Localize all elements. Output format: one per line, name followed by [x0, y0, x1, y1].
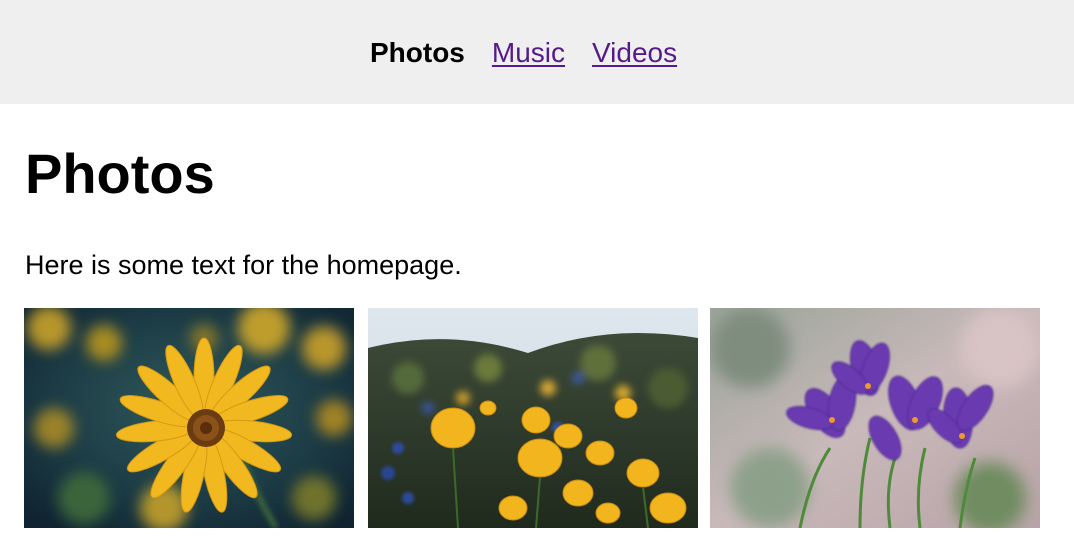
top-nav-bar: Photos Music Videos: [0, 0, 1074, 104]
page-title: Photos: [25, 142, 215, 205]
yellow-poppies-image: [368, 308, 698, 528]
top-nav: Photos Music Videos: [370, 36, 677, 70]
purple-crocus-image: [710, 308, 1040, 528]
photo-purple-crocus[interactable]: [710, 308, 1040, 528]
nav-item-photos-current: Photos: [370, 37, 465, 68]
yellow-daisy-image: [24, 308, 354, 528]
photo-yellow-poppies[interactable]: [368, 308, 698, 528]
nav-link-music[interactable]: Music: [492, 36, 565, 70]
intro-text: Here is some text for the homepage.: [25, 250, 462, 280]
nav-link-videos[interactable]: Videos: [592, 36, 677, 70]
photo-yellow-daisy[interactable]: [24, 308, 354, 528]
